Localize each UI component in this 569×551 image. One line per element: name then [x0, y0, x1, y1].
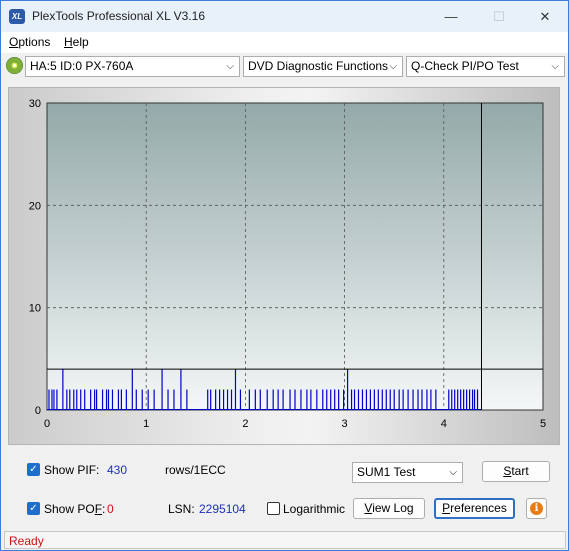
preferences-button[interactable]: Preferences — [434, 498, 515, 519]
show-pof-checkbox[interactable]: ✓ — [27, 502, 40, 515]
sum-test-value: SUM1 Test — [357, 465, 416, 479]
app-window: XL PlexTools Professional XL V3.16 — ☐ ✕… — [0, 0, 569, 551]
logarithmic-label: Logarithmic — [283, 502, 346, 516]
lsn-label: LSN: — [168, 502, 195, 516]
view-log-button[interactable]: View Log — [353, 498, 425, 519]
title-bar[interactable]: XL PlexTools Professional XL V3.16 — ☐ ✕ — [1, 1, 568, 32]
show-pof-label: Show POF: — [44, 502, 106, 516]
pif-value: 430 — [107, 463, 128, 477]
drive-select[interactable]: HA:5 ID:0 PX-760A ⌵ — [25, 56, 240, 77]
drive-select-value: HA:5 ID:0 PX-760A — [30, 59, 134, 73]
x-tick-label: 3 — [342, 418, 348, 430]
info-icon: i — [530, 502, 543, 515]
window-title: PlexTools Professional XL V3.16 — [32, 9, 205, 23]
sum-test-select[interactable]: SUM1 Test ⌵ — [352, 462, 463, 483]
chevron-down-icon: ⌵ — [449, 467, 457, 478]
menu-options[interactable]: Options — [9, 35, 50, 49]
menu-help[interactable]: Help — [64, 35, 89, 49]
x-tick-label: 4 — [441, 418, 447, 430]
drive-disc-icon — [6, 57, 23, 74]
x-tick-label: 5 — [540, 418, 546, 430]
plot-area — [46, 102, 544, 411]
y-tick-label: 0 — [35, 405, 41, 417]
maximize-icon[interactable]: ☐ — [476, 1, 522, 32]
function-select-value: DVD Diagnostic Functions — [248, 59, 389, 73]
show-pif-label: Show PIF: — [44, 463, 100, 477]
lsn-value: 2295104 — [199, 502, 246, 516]
y-tick-label: 20 — [29, 200, 41, 212]
pif-unit: rows/1ECC — [165, 463, 226, 477]
y-tick-label: 10 — [29, 303, 41, 315]
close-icon[interactable]: ✕ — [522, 1, 568, 32]
show-pif-checkbox[interactable]: ✓ — [27, 463, 40, 476]
test-select[interactable]: Q-Check PI/PO Test ⌵ — [406, 56, 565, 77]
x-tick-label: 1 — [143, 418, 149, 430]
chevron-down-icon: ⌵ — [551, 61, 559, 72]
function-select[interactable]: DVD Diagnostic Functions ⌵ — [243, 56, 403, 77]
app-logo-icon: XL — [9, 9, 25, 24]
controls-panel: ✓ Show PIF: 430 rows/1ECC SUM1 Test ⌵ St… — [8, 453, 560, 529]
info-button[interactable]: i — [526, 498, 547, 519]
status-text: Ready — [9, 534, 44, 548]
logarithmic-checkbox[interactable] — [267, 502, 280, 515]
chevron-down-icon: ⌵ — [389, 61, 397, 72]
pof-value: 0 — [107, 502, 114, 516]
start-button[interactable]: Start — [482, 461, 550, 482]
pi-po-chart: 0 1 2 3 4 5 0 10 20 30 — [29, 98, 546, 430]
x-tick-label: 2 — [242, 418, 248, 430]
test-select-value: Q-Check PI/PO Test — [411, 59, 519, 73]
menu-bar: Options Help — [1, 32, 568, 53]
y-tick-label: 30 — [29, 98, 41, 110]
status-bar: Ready — [4, 531, 566, 549]
x-tick-label: 0 — [44, 418, 50, 430]
chevron-down-icon: ⌵ — [226, 61, 234, 72]
minimize-icon[interactable]: — — [428, 1, 474, 32]
